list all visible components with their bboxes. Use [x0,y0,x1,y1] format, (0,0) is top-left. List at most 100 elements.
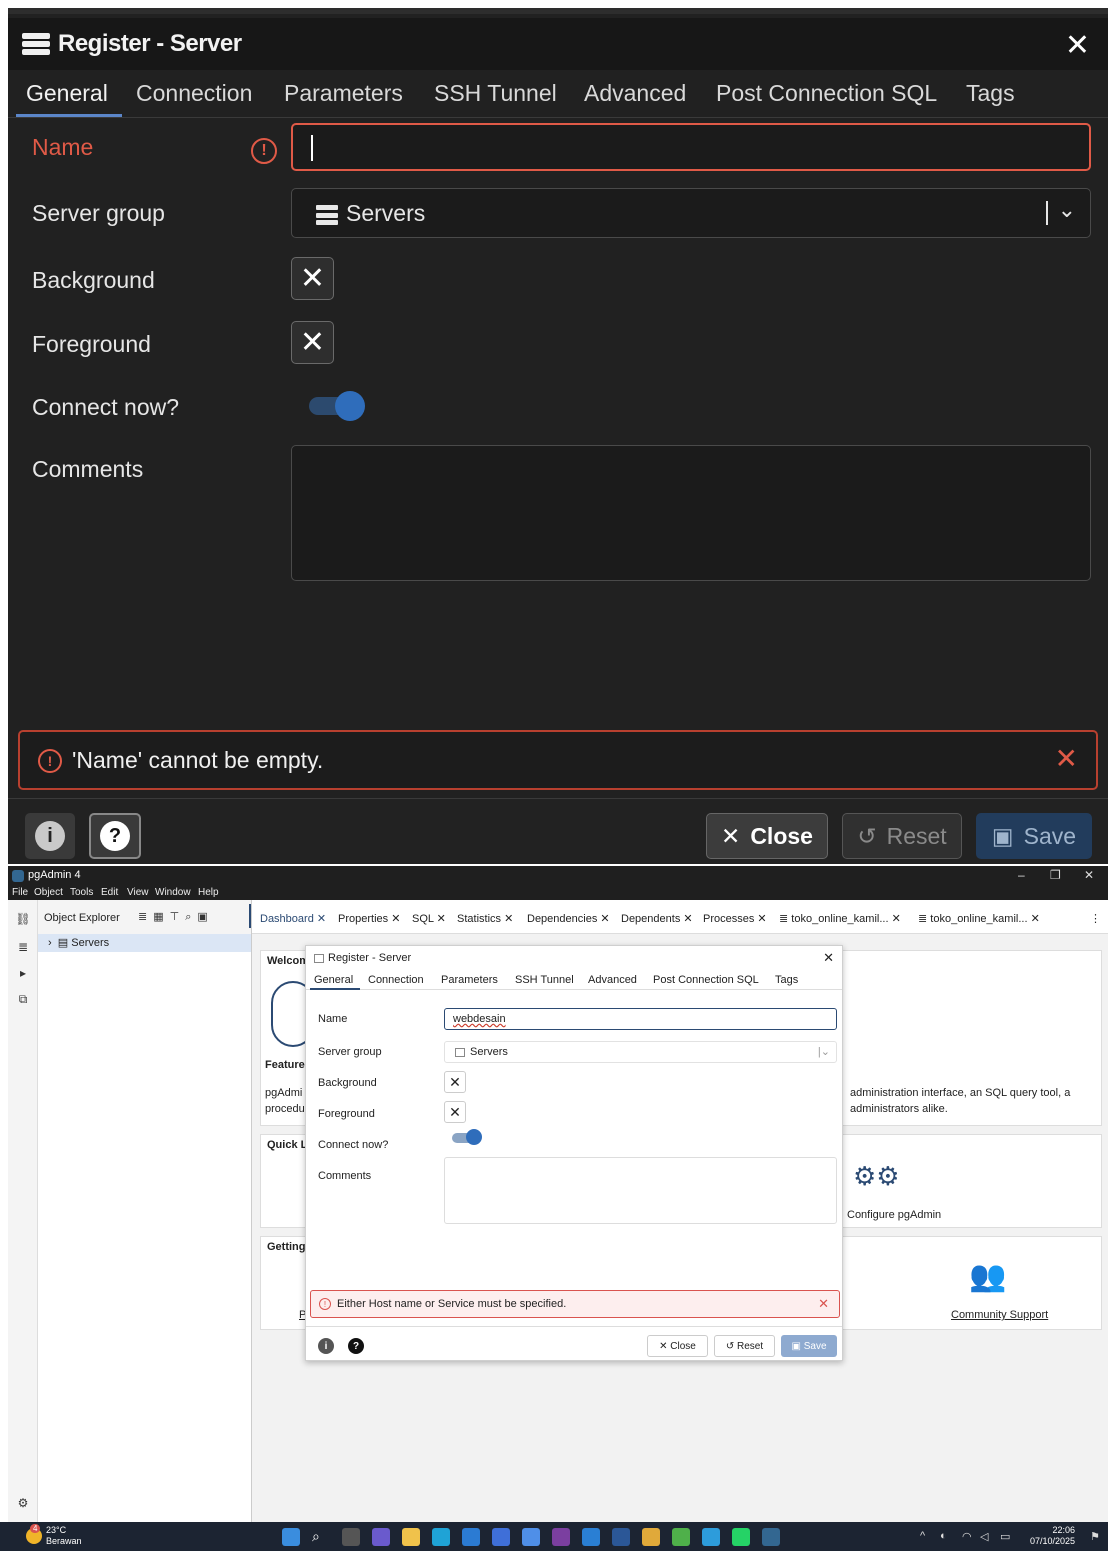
window-close-button[interactable]: ✕ [1084,868,1094,882]
schema-diff-icon[interactable]: ⧉ [16,992,30,1006]
tab-properties[interactable]: Properties ✕ [338,912,400,925]
restore-button[interactable]: ❐ [1050,868,1061,882]
tab-ssh-tunnel[interactable]: SSH Tunnel [434,80,557,107]
background-color-picker[interactable]: ✕ [444,1071,466,1093]
word-icon[interactable] [612,1528,630,1546]
server-group-select[interactable]: Servers |⌄ [444,1041,837,1063]
tab-tags[interactable]: Tags [966,80,1015,107]
tab-advanced[interactable]: Advanced [584,80,686,107]
tab-general[interactable]: General [26,80,108,107]
vscode-icon[interactable] [582,1528,600,1546]
more-options-icon[interactable]: ⋮ [1090,912,1101,925]
menu-window[interactable]: Window [155,887,191,898]
gear-icon[interactable]: ⚙⚙ [853,1161,900,1192]
comments-textarea[interactable] [444,1157,837,1224]
dismiss-error-icon[interactable]: ✕ [1055,742,1078,775]
save-button[interactable]: ▣ Save [976,813,1092,859]
tray-overflow-icon[interactable]: ^ [920,1530,925,1542]
clock[interactable]: 22:06 07/10/2025 [1030,1525,1075,1547]
connect-now-toggle[interactable] [452,1129,482,1146]
tab-connection[interactable]: Connection [136,80,252,107]
pgadmin-taskbar-icon[interactable] [762,1528,780,1546]
close-icon[interactable]: ✕ [823,950,834,966]
name-input[interactable]: webdesain [444,1008,837,1030]
store-icon[interactable] [462,1528,480,1546]
tab-dashboard[interactable]: Dashboard ✕ [260,912,326,925]
help-icon: ? [100,821,130,851]
search-icon[interactable]: ⌕ [312,1528,330,1546]
chrome-icon[interactable] [672,1528,690,1546]
tab-tags[interactable]: Tags [775,974,798,986]
minimize-button[interactable]: – [1018,868,1025,882]
app-icon[interactable] [522,1528,540,1546]
dismiss-error-icon[interactable]: ✕ [818,1296,829,1312]
help-button[interactable]: ? [89,813,141,859]
tab-dependencies[interactable]: Dependencies ✕ [527,912,610,925]
app-icon[interactable] [492,1528,510,1546]
menu-help[interactable]: Help [198,887,219,898]
connect-now-toggle[interactable] [309,391,365,421]
gear-icon[interactable]: ⚙ [16,1496,30,1510]
tab-parameters[interactable]: Parameters [441,974,498,986]
menu-file[interactable]: File [12,887,28,898]
menu-tools[interactable]: Tools [70,887,93,898]
tab-processes[interactable]: Processes ✕ [703,912,767,925]
background-color-picker[interactable]: ✕ [291,257,334,300]
volume-icon[interactable]: ◁ [980,1530,988,1543]
explorer-toolbar-icons[interactable]: ≣▦⊤⌕▣ [138,910,214,924]
info-button[interactable]: i [25,813,75,859]
close-button[interactable]: ✕ Close [706,813,828,859]
app-icon[interactable] [702,1528,720,1546]
save-button[interactable]: ▣ Save [781,1335,837,1357]
start-icon[interactable] [282,1528,300,1546]
object-explorer-icon[interactable]: ⛓ [15,912,30,926]
tray-app-icon[interactable]: ◐ [940,1530,947,1542]
close-button[interactable]: ✕ Close [647,1335,708,1357]
help-button[interactable]: ? [346,1335,366,1357]
reset-button[interactable]: ↺ Reset [842,813,962,859]
menu-edit[interactable]: Edit [101,887,118,898]
weather-widget[interactable]: 23°C Berawan [46,1525,82,1547]
wifi-icon[interactable]: ◠ [962,1530,972,1543]
tab-parameters[interactable]: Parameters [284,80,403,107]
database-icon[interactable]: ≣ [16,940,30,954]
info-button[interactable]: i [316,1335,336,1357]
server-group-select[interactable]: Servers ⌄ [291,188,1091,238]
community-support-link[interactable]: Community Support [951,1309,1048,1321]
comments-textarea[interactable] [291,445,1091,581]
chevron-down-icon[interactable]: |⌄ [818,1045,830,1058]
github-icon[interactable] [552,1528,570,1546]
menu-object[interactable]: Object [34,887,63,898]
foreground-color-picker[interactable]: ✕ [444,1101,466,1123]
tab-post-connection-sql[interactable]: Post Connection SQL [653,974,759,986]
whatsapp-icon[interactable] [732,1528,750,1546]
edge-icon[interactable] [432,1528,450,1546]
copilot-icon[interactable] [372,1528,390,1546]
tab-dependents[interactable]: Dependents ✕ [621,912,693,925]
reset-button[interactable]: ↺ Reset [714,1335,775,1357]
error-banner: ! Either Host name or Service must be sp… [310,1290,840,1318]
terminal-icon[interactable]: ▸ [16,966,30,980]
task-view-icon[interactable] [342,1528,360,1546]
tree-item-servers[interactable]: › ▤ Servers [38,934,251,952]
tab-general[interactable]: General [314,974,353,986]
name-input[interactable] [291,123,1091,171]
close-icon[interactable]: ✕ [1065,28,1090,63]
battery-icon[interactable]: ▭ [1000,1530,1010,1543]
tab-sql[interactable]: SQL ✕ [412,912,446,925]
tab-query-1[interactable]: ≣ toko_online_kamil... ✕ [779,912,901,925]
notification-icon[interactable]: ⚑ [1090,1530,1100,1543]
foreground-color-picker[interactable]: ✕ [291,321,334,364]
tab-advanced[interactable]: Advanced [588,974,637,986]
configure-pgadmin-link[interactable]: Configure pgAdmin [847,1209,941,1221]
community-icon[interactable]: 👥 [969,1259,1006,1294]
tab-ssh-tunnel[interactable]: SSH Tunnel [515,974,574,986]
tab-post-connection-sql[interactable]: Post Connection SQL [716,80,937,107]
tab-query-2[interactable]: ≣ toko_online_kamil... ✕ [918,912,1040,925]
file-explorer-icon[interactable] [402,1528,420,1546]
tab-statistics[interactable]: Statistics ✕ [457,912,513,925]
chrome-icon[interactable] [642,1528,660,1546]
chevron-down-icon[interactable]: ⌄ [1058,197,1076,223]
tab-connection[interactable]: Connection [368,974,424,986]
menu-view[interactable]: View [127,887,149,898]
